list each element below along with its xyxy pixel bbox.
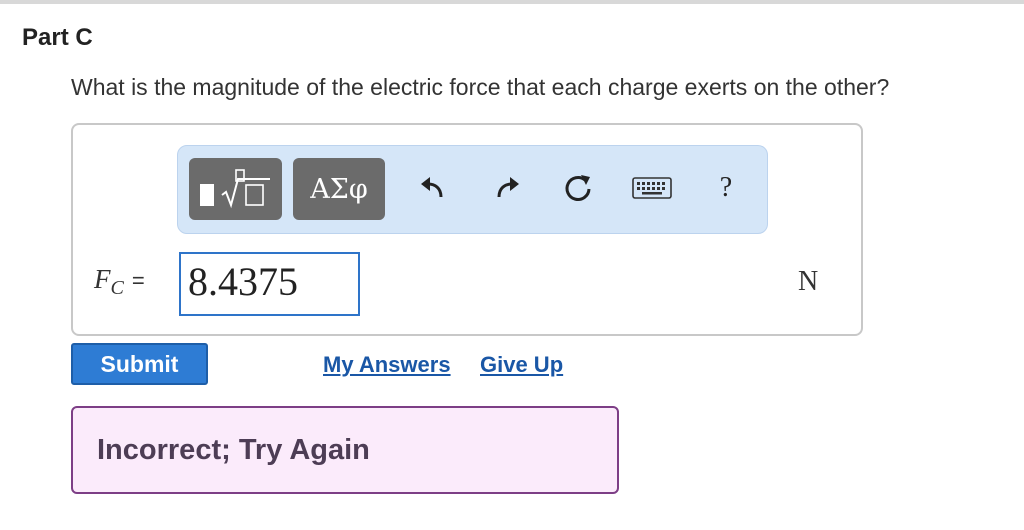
equals-sign: = [131, 268, 145, 293]
keyboard-button[interactable] [630, 168, 674, 208]
variable-subscript: C [110, 277, 124, 299]
reset-icon [565, 175, 591, 201]
top-divider [0, 0, 1024, 4]
submit-button[interactable]: Submit [71, 343, 208, 385]
variable-symbol: F [94, 264, 111, 294]
give-up-link[interactable]: Give Up [480, 352, 563, 378]
answer-input[interactable]: 8.4375 [179, 252, 360, 316]
help-button[interactable]: ? [706, 168, 746, 208]
question-text: What is the magnitude of the electric fo… [71, 74, 890, 100]
part-title: Part C [22, 24, 93, 51]
undo-arrow-icon [421, 177, 443, 198]
templates-button[interactable] [189, 158, 282, 220]
redo-button[interactable] [488, 168, 528, 208]
redo-arrow-icon [497, 177, 519, 198]
feedback-message: Incorrect; Try Again [97, 434, 370, 466]
reset-button[interactable] [558, 168, 598, 208]
unit-label: N [798, 266, 819, 297]
greek-symbols-button[interactable]: ΑΣφ [293, 158, 385, 220]
variable-label: FC = [94, 264, 145, 299]
my-answers-link[interactable]: My Answers [323, 352, 451, 378]
undo-button[interactable] [412, 168, 452, 208]
templates-sqrt-icon [199, 169, 270, 209]
keyboard-icon [632, 177, 672, 199]
